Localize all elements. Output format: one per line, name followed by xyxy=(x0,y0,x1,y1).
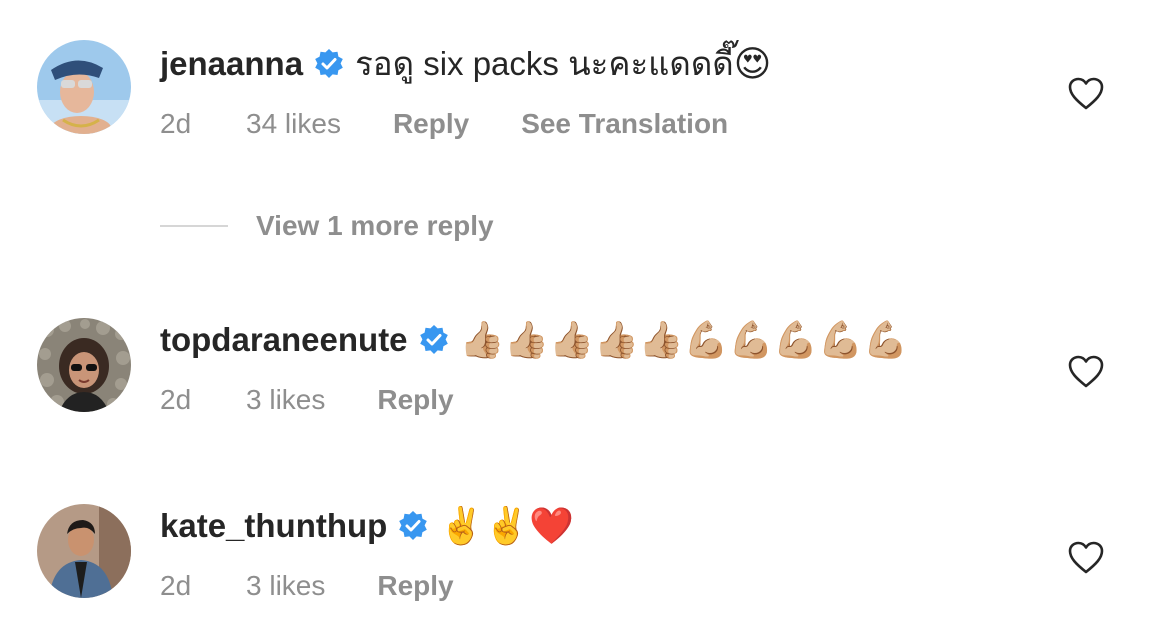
likes-count[interactable]: 3 likes xyxy=(246,384,325,416)
comment-line: kate_thunthup ✌️✌️❤️ xyxy=(160,506,574,546)
heart-outline-icon[interactable] xyxy=(1066,352,1106,392)
view-more-replies[interactable]: View 1 more reply xyxy=(160,210,494,242)
comment-meta: 2d 3 likes Reply xyxy=(160,570,506,602)
comment-emoji: ✌️✌️❤️ xyxy=(439,505,574,546)
view-more-replies-label[interactable]: View 1 more reply xyxy=(256,210,494,242)
likes-count[interactable]: 34 likes xyxy=(246,108,341,140)
comment-line: topdaraneenute 👍🏼👍🏼👍🏼👍🏼👍🏼💪🏼💪🏼💪🏼💪🏼💪🏼 xyxy=(160,320,908,360)
username[interactable]: topdaraneenute xyxy=(160,320,408,360)
comment-emoji: 😍 xyxy=(733,43,772,84)
timestamp: 2d xyxy=(160,108,192,139)
timestamp: 2d xyxy=(160,384,192,415)
username[interactable]: jenaanna xyxy=(160,44,303,84)
heart-outline-icon[interactable] xyxy=(1066,538,1106,578)
verified-badge-icon xyxy=(397,510,429,542)
reply-button[interactable]: Reply xyxy=(377,570,453,602)
verified-badge-icon xyxy=(313,48,345,80)
avatar[interactable] xyxy=(37,318,131,412)
comment-line: jenaanna รอดู six packs นะคะแดดดี๊ 😍 xyxy=(160,44,771,84)
likes-count[interactable]: 3 likes xyxy=(246,570,325,602)
divider xyxy=(160,225,228,227)
see-translation-button[interactable]: See Translation xyxy=(521,108,728,140)
comment-text: รอดู six packs นะคะแดดดี๊ xyxy=(355,45,734,82)
reply-button[interactable]: Reply xyxy=(377,384,453,416)
username[interactable]: kate_thunthup xyxy=(160,506,387,546)
heart-outline-icon[interactable] xyxy=(1066,74,1106,114)
comment-meta: 2d 34 likes Reply See Translation xyxy=(160,108,728,140)
timestamp: 2d xyxy=(160,570,192,601)
comment-meta: 2d 3 likes Reply xyxy=(160,384,506,416)
comment-emoji: 👍🏼👍🏼👍🏼👍🏼👍🏼💪🏼💪🏼💪🏼💪🏼💪🏼 xyxy=(459,319,908,360)
reply-button[interactable]: Reply xyxy=(393,108,469,140)
verified-badge-icon xyxy=(418,324,450,356)
avatar[interactable] xyxy=(37,40,131,134)
avatar[interactable] xyxy=(37,504,131,598)
